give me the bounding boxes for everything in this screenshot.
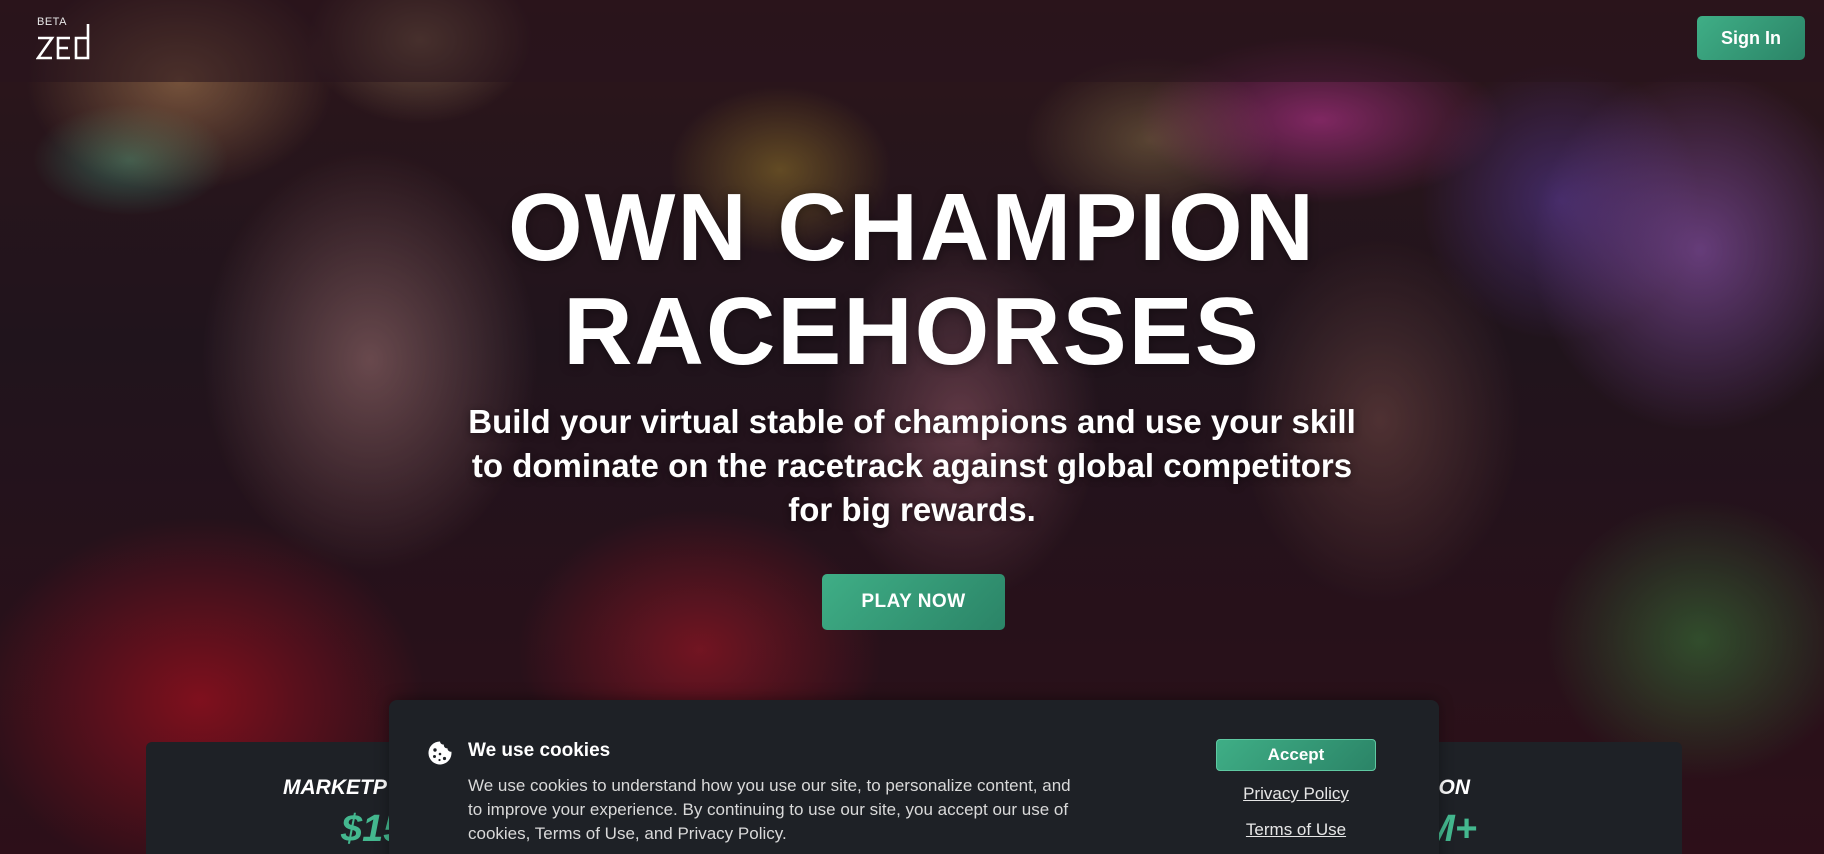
top-navigation-bar: BETA Sign In	[0, 0, 1824, 82]
cookie-title: We use cookies	[468, 740, 611, 761]
play-now-button[interactable]: PLAY NOW	[822, 574, 1005, 630]
hero-title: OWN CHAMPION RACEHORSES	[0, 176, 1824, 384]
stat-label-marketplace: MARKETP	[283, 776, 387, 799]
cookie-consent-banner: We use cookies We use cookies to underst…	[389, 700, 1439, 854]
cookie-icon	[428, 741, 452, 765]
accept-cookies-button[interactable]: Accept	[1216, 739, 1376, 771]
landing-page: BETA Sign In OWN CHAMPION RACEHORSES Bui…	[0, 0, 1824, 854]
hero-title-line-1: OWN CHAMPION	[508, 174, 1316, 281]
privacy-policy-link[interactable]: Privacy Policy	[1216, 784, 1376, 804]
cookie-description: We use cookies to understand how you use…	[468, 776, 1071, 843]
terms-of-use-link[interactable]: Terms of Use	[1216, 820, 1376, 840]
zed-logo-icon	[36, 24, 90, 60]
hero-subtitle: Build your virtual stable of champions a…	[468, 403, 1356, 528]
sign-in-button[interactable]: Sign In	[1697, 16, 1805, 60]
hero-title-line-2: RACEHORSES	[563, 278, 1261, 385]
